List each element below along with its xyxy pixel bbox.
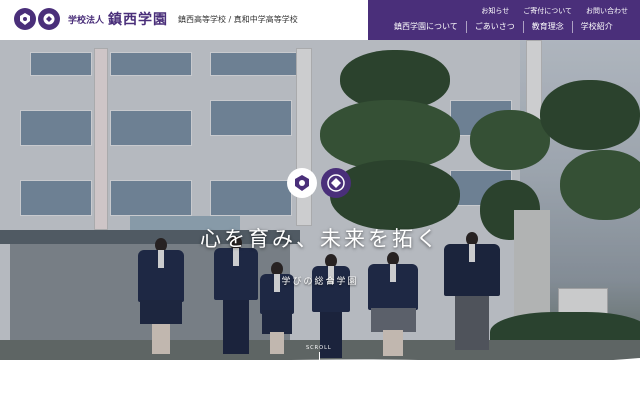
- util-link-donation[interactable]: ご寄付について: [523, 6, 572, 16]
- util-link-contact[interactable]: お問い合わせ: [586, 6, 628, 16]
- nav-item-philosophy[interactable]: 教育理念: [522, 21, 572, 33]
- site-logo[interactable]: 学校法人 鎮西学園 鎮西高等学校 / 真和中学高等学校: [14, 8, 298, 30]
- corp-label: 学校法人: [68, 15, 105, 26]
- emblem-group: [287, 168, 351, 198]
- hero-section: 心を育み、未来を拓く 学びの総合学園 SCROLL: [0, 40, 640, 360]
- util-link-news[interactable]: お知らせ: [481, 6, 509, 16]
- site-header: 学校法人 鎮西学園 鎮西高等学校 / 真和中学高等学校 お知らせ ご寄付について…: [0, 0, 640, 40]
- school-name: 鎮西学園: [108, 12, 169, 28]
- nav-item-about[interactable]: 鎮西学園について: [368, 21, 466, 33]
- utility-links: お知らせ ご寄付について お問い合わせ: [481, 6, 628, 16]
- nav-item-greeting[interactable]: ごあいさつ: [465, 21, 523, 33]
- crest-icon: [14, 8, 36, 30]
- hero-catchcopy: 心を育み、未来を拓く: [200, 227, 440, 251]
- sub-schools-label: 鎮西高等学校 / 真和中学高等学校: [178, 14, 298, 24]
- hero-subcopy: 学びの総合学園: [281, 277, 359, 287]
- scroll-indicator[interactable]: SCROLL: [306, 345, 332, 351]
- nav-panel: お知らせ ご寄付について お問い合わせ 鎮西学園について ごあいさつ 教育理念 …: [368, 0, 640, 40]
- crest-icon: [38, 8, 60, 30]
- school-crest-icon: [321, 168, 351, 198]
- content-start-area: [0, 360, 640, 400]
- nav-item-schools[interactable]: 学校紹介: [571, 21, 621, 33]
- school-crest-icon: [287, 168, 317, 198]
- main-nav: 鎮西学園について ごあいさつ 教育理念 学校紹介: [368, 20, 640, 34]
